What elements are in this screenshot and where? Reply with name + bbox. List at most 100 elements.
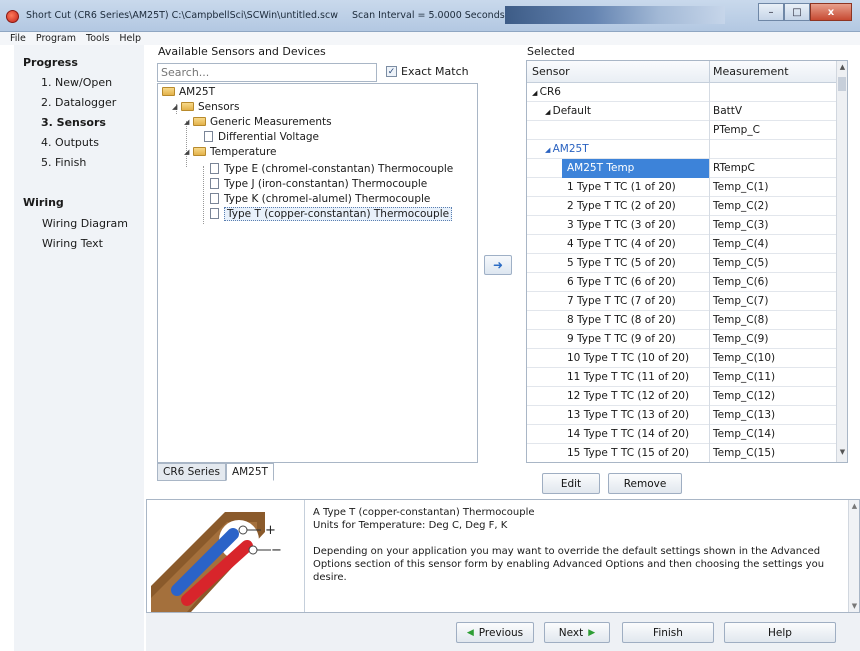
device-tabs: CR6 Series AM25T (157, 463, 274, 481)
collapse-arrow-icon[interactable]: ◢ (184, 148, 193, 156)
tree-node-generic-measurements[interactable]: ◢ Generic Measurements (184, 114, 332, 129)
grid-row-tc[interactable]: 15 Type T TC (15 of 20) Temp_C(15) (527, 444, 837, 462)
maximize-button[interactable]: □ (784, 3, 810, 21)
previous-button[interactable]: ◀ Previous (456, 622, 534, 643)
grid-row-cr6[interactable]: ◢ CR6 (527, 83, 837, 102)
grid-cell-sensor: 7 Type T TC (7 of 20) (567, 295, 676, 307)
minus-terminal-label: − (271, 543, 282, 558)
tab-cr6-series[interactable]: CR6 Series (157, 463, 226, 481)
nav-wiring-text[interactable]: Wiring Text (42, 237, 103, 250)
grid-scrollbar[interactable]: ▲ ▼ (836, 61, 847, 462)
grid-cell-measurement: Temp_C(12) (713, 390, 776, 402)
collapse-arrow-icon[interactable]: ◢ (184, 118, 193, 126)
scroll-up-icon[interactable]: ▲ (849, 502, 860, 510)
tree-node-type-k[interactable]: Type K (chromel-alumel) Thermocouple (210, 191, 430, 206)
tree-node-sensors[interactable]: ◢ Sensors (172, 99, 239, 114)
menu-help[interactable]: Help (119, 32, 141, 45)
edit-button[interactable]: Edit (542, 473, 600, 494)
grid-row-tc[interactable]: 13 Type T TC (13 of 20) Temp_C(13) (527, 406, 837, 425)
nav-wiring-diagram[interactable]: Wiring Diagram (42, 217, 128, 230)
grid-cell-measurement: Temp_C(6) (713, 276, 769, 288)
exact-match-label: Exact Match (401, 65, 469, 78)
grid-row-tc[interactable]: 5 Type T TC (5 of 20) Temp_C(5) (527, 254, 837, 273)
scroll-up-icon[interactable]: ▲ (837, 63, 847, 75)
grid-cell-sensor: 15 Type T TC (15 of 20) (567, 447, 690, 459)
minimize-button[interactable]: – (758, 3, 784, 21)
arrow-left-icon: ◀ (466, 627, 474, 638)
grid-cell-measurement: Temp_C(1) (713, 181, 769, 193)
description-scrollbar[interactable]: ▲ ▼ (848, 500, 859, 612)
grid-cell-sensor: 1 Type T TC (1 of 20) (567, 181, 676, 193)
grid-cell-measurement: BattV (713, 105, 743, 117)
grid-cell-measurement: Temp_C(13) (713, 409, 776, 421)
grid-cell-sensor: 6 Type T TC (6 of 20) (567, 276, 676, 288)
grid-row-tc[interactable]: 6 Type T TC (6 of 20) Temp_C(6) (527, 273, 837, 292)
scroll-down-icon[interactable]: ▼ (849, 602, 860, 610)
title-bar: Short Cut (CR6 Series\AM25T) C:\Campbell… (0, 0, 860, 32)
finish-button[interactable]: Finish (622, 622, 714, 643)
left-nav: Progress 1. New/Open 2. Datalogger 3. Se… (14, 45, 144, 651)
grid-cell-measurement: Temp_C(11) (713, 371, 776, 383)
scrollbar-thumb[interactable] (838, 77, 846, 91)
next-button[interactable]: Next ▶ (544, 622, 610, 643)
nav-step-outputs[interactable]: 4. Outputs (41, 136, 99, 149)
available-label: Available Sensors and Devices (158, 45, 326, 58)
grid-row-tc[interactable]: 9 Type T TC (9 of 20) Temp_C(9) (527, 330, 837, 349)
grid-header: Sensor Measurement (527, 61, 837, 83)
grid-cell-measurement: RTempC (713, 162, 755, 174)
grid-row-tc[interactable]: 4 Type T TC (4 of 20) Temp_C(4) (527, 235, 837, 254)
close-button[interactable]: x (810, 3, 852, 21)
nav-step-finish[interactable]: 5. Finish (41, 156, 86, 169)
grid-row-tc[interactable]: 14 Type T TC (14 of 20) Temp_C(14) (527, 425, 837, 444)
exact-match-checkbox[interactable]: ✓ (386, 66, 397, 77)
grid-row-am25t-temp[interactable]: AM25T Temp RTempC (527, 159, 837, 178)
app-icon (6, 10, 19, 23)
grid-row-tc[interactable]: 7 Type T TC (7 of 20) Temp_C(7) (527, 292, 837, 311)
grid-row-tc[interactable]: 3 Type T TC (3 of 20) Temp_C(3) (527, 216, 837, 235)
wiring-heading: Wiring (23, 196, 64, 209)
tree-node-type-t[interactable]: Type T (copper-constantan) Thermocouple (210, 206, 453, 221)
previous-label: Previous (478, 626, 524, 639)
grid-cell-sensor: 4 Type T TC (4 of 20) (567, 238, 676, 250)
grid-row-tc[interactable]: 10 Type T TC (10 of 20) Temp_C(10) (527, 349, 837, 368)
grid-cell-measurement: Temp_C(3) (713, 219, 769, 231)
tree-node-temperature[interactable]: ◢ Temperature (184, 144, 277, 159)
grid-row-tc[interactable]: 11 Type T TC (11 of 20) Temp_C(11) (527, 368, 837, 387)
add-sensor-button[interactable]: ➜ (484, 255, 512, 275)
collapse-arrow-icon[interactable]: ◢ (172, 103, 181, 111)
grid-row-tc[interactable]: 12 Type T TC (12 of 20) Temp_C(12) (527, 387, 837, 406)
grid-cell-sensor: AM25T Temp (567, 162, 635, 174)
nav-step-datalogger[interactable]: 2. Datalogger (41, 96, 116, 109)
menu-program[interactable]: Program (36, 32, 76, 45)
folder-icon (193, 117, 206, 126)
plus-terminal-label: + (265, 523, 276, 538)
nav-step-new-open[interactable]: 1. New/Open (41, 76, 112, 89)
grid-row-am25t[interactable]: ◢ AM25T (527, 140, 837, 159)
tree-node-type-e[interactable]: Type E (chromel-constantan) Thermocouple (210, 161, 453, 176)
column-header-sensor[interactable]: Sensor (532, 65, 570, 78)
sensor-tree: AM25T ◢ Sensors ◢ Generic Measurements D… (157, 83, 478, 463)
grid-row-tc[interactable]: 2 Type T TC (2 of 20) Temp_C(2) (527, 197, 837, 216)
menu-file[interactable]: File (10, 32, 26, 45)
grid-row-ptemp[interactable]: PTemp_C (527, 121, 837, 140)
nav-step-sensors[interactable]: 3. Sensors (41, 116, 106, 129)
grid-cell-sensor: ◢ AM25T (545, 143, 589, 155)
menu-tools[interactable]: Tools (86, 32, 109, 45)
search-input[interactable] (157, 63, 377, 82)
remove-button[interactable]: Remove (608, 473, 682, 494)
grid-row-default[interactable]: ◢ Default BattV (527, 102, 837, 121)
grid-cell-sensor: ◢ CR6 (532, 86, 561, 98)
tree-node-differential-voltage[interactable]: Differential Voltage (204, 129, 319, 144)
menu-bar: File Program Tools Help (0, 32, 860, 45)
grid-row-tc[interactable]: 1 Type T TC (1 of 20) Temp_C(1) (527, 178, 837, 197)
exact-match-option[interactable]: ✓ Exact Match (386, 65, 469, 78)
tree-node-am25t[interactable]: AM25T (162, 84, 215, 99)
grid-cell-measurement: Temp_C(2) (713, 200, 769, 212)
column-header-measurement[interactable]: Measurement (713, 65, 789, 78)
help-button[interactable]: Help (724, 622, 836, 643)
tab-am25t[interactable]: AM25T (225, 463, 274, 481)
grid-cell-measurement: Temp_C(14) (713, 428, 776, 440)
grid-row-tc[interactable]: 8 Type T TC (8 of 20) Temp_C(8) (527, 311, 837, 330)
tree-node-type-j[interactable]: Type J (iron-constantan) Thermocouple (210, 176, 427, 191)
scroll-down-icon[interactable]: ▼ (837, 448, 847, 460)
